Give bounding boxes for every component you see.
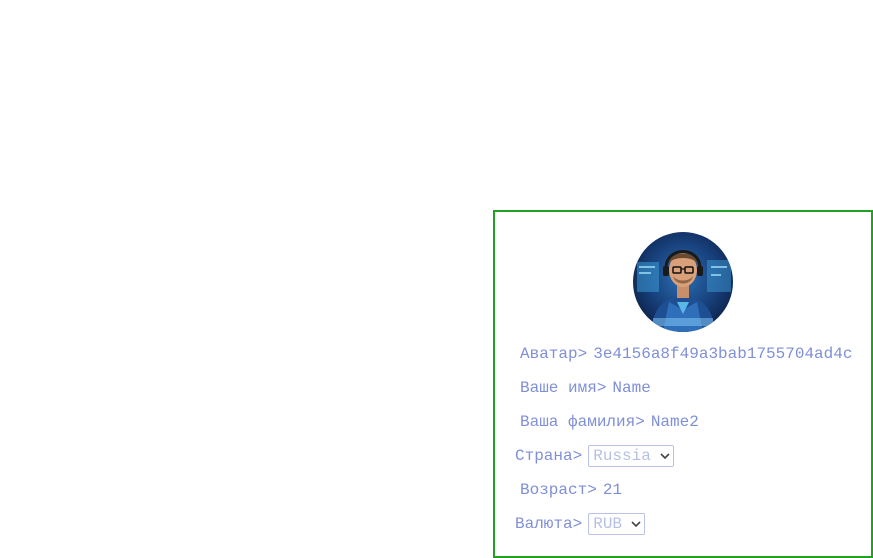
avatar-value: 3e4156a8f49a3bab1755704ad4c (593, 345, 853, 363)
last-name-label: Ваша фамилия> (520, 413, 645, 431)
country-label: Страна> (515, 447, 583, 465)
country-select[interactable]: Russia (588, 445, 675, 467)
currency-row: Валюта> RUB (515, 513, 646, 535)
last-name-row: Ваша фамилия> Name2 (520, 412, 699, 432)
currency-selected: RUB (593, 515, 623, 533)
profile-panel: Аватар> 3e4156a8f49a3bab1755704ad4c Ваше… (493, 210, 873, 558)
avatar-label: Аватар> (520, 345, 588, 363)
first-name-label: Ваше имя> (520, 379, 607, 397)
currency-label: Валюта> (515, 515, 583, 533)
country-selected: Russia (593, 447, 651, 465)
age-row: Возраст> 21 (520, 480, 622, 500)
avatar (633, 232, 733, 332)
first-name-value: Name (612, 379, 651, 397)
last-name-value: Name2 (650, 413, 699, 431)
avatar-row: Аватар> 3e4156a8f49a3bab1755704ad4c (520, 344, 852, 364)
chevron-down-icon (660, 453, 670, 460)
chevron-down-icon (631, 521, 641, 528)
age-value: 21 (602, 481, 623, 499)
age-label: Возраст> (520, 481, 597, 499)
avatar-photo (633, 232, 733, 332)
first-name-row: Ваше имя> Name (520, 378, 651, 398)
currency-select[interactable]: RUB (588, 513, 646, 535)
country-row: Страна> Russia (515, 445, 675, 467)
